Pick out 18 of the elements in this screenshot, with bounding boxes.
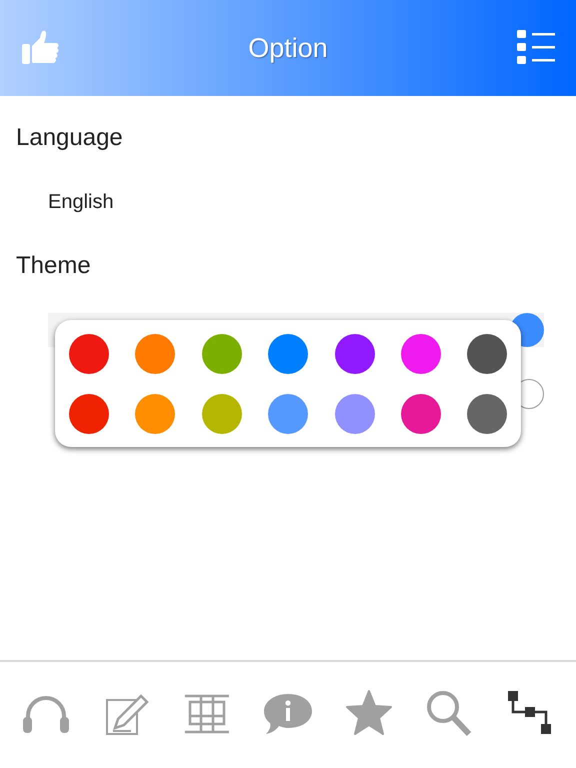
- color-swatch[interactable]: [400, 334, 441, 374]
- color-swatch[interactable]: [135, 394, 176, 434]
- color-swatch[interactable]: [135, 334, 176, 374]
- color-swatch[interactable]: [400, 394, 441, 434]
- color-swatch[interactable]: [334, 394, 375, 434]
- color-swatch[interactable]: [268, 394, 308, 434]
- color-swatch[interactable]: [202, 394, 242, 434]
- section-heading: Theme: [16, 252, 91, 280]
- color-swatch[interactable]: [334, 334, 375, 374]
- color-swatch[interactable]: [467, 334, 508, 374]
- color-swatch[interactable]: [202, 334, 242, 374]
- color-swatch[interactable]: [69, 334, 109, 374]
- color-swatch[interactable]: [69, 394, 109, 434]
- section-heading: Language: [16, 124, 123, 152]
- color-swatch[interactable]: [268, 334, 308, 374]
- color-swatch[interactable]: [467, 394, 508, 434]
- option-label: English: [48, 190, 114, 214]
- header-title: Option: [248, 32, 328, 64]
